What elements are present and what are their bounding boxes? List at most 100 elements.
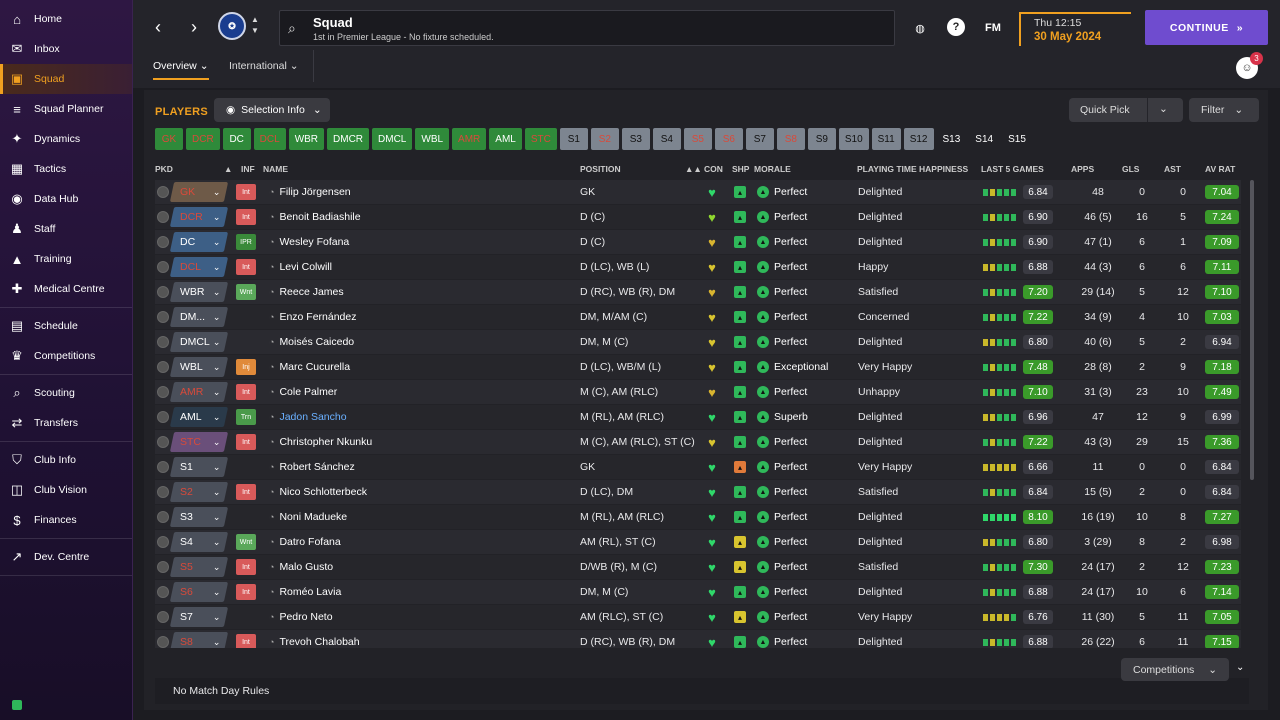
status-icon[interactable] [12, 700, 22, 710]
selection-info-button[interactable]: ◉ Selection Info ⌄ [214, 98, 330, 122]
pick-checkbox[interactable] [157, 361, 169, 373]
position-select[interactable]: S8 ⌄ [169, 632, 229, 648]
sort-icon[interactable]: ▲ [224, 164, 232, 174]
position-select[interactable]: WBL ⌄ [169, 357, 229, 377]
player-name[interactable]: ◔ Malo Gusto [269, 555, 333, 579]
pick-checkbox[interactable] [157, 411, 169, 423]
col-happiness[interactable]: PLAYING TIME HAPPINESS [857, 164, 968, 174]
table-row[interactable]: GK ⌄ Int ◔ Filip Jörgensen GK ♥ ▴ ▲ Perfect Deligh… [155, 180, 1241, 204]
back-button[interactable]: ‹ [147, 14, 169, 40]
col-last5[interactable]: LAST 5 GAMES [981, 164, 1044, 174]
pick-checkbox[interactable] [157, 211, 169, 223]
position-select[interactable]: DC ⌄ [169, 232, 229, 252]
table-row[interactable]: STC ⌄ Int ◔ Christopher Nkunku M (C), AM (RLC… [155, 430, 1241, 454]
player-name[interactable]: ◔ Benoit Badiashile [269, 205, 361, 229]
position-chip[interactable]: DCR [186, 128, 220, 150]
position-chip[interactable]: S11 [871, 128, 901, 150]
position-select[interactable]: S1 ⌄ [169, 457, 229, 477]
table-row[interactable]: DC ⌄ IPR ◔ Wesley Fofana D (C) ♥ ▴ ▲ Perfect Delig… [155, 230, 1241, 254]
position-select[interactable]: S2 ⌄ [169, 482, 229, 502]
position-select[interactable]: AML ⌄ [169, 407, 229, 427]
notifications-avatar[interactable]: ☺ 3 [1236, 52, 1263, 79]
position-select[interactable]: DCR ⌄ [169, 207, 229, 227]
competitions-dropdown[interactable]: Competitions ⌄ [1121, 658, 1229, 681]
quick-pick-button[interactable]: Quick Pick ⌄ [1069, 98, 1183, 122]
col-morale[interactable]: MORALE [754, 164, 791, 174]
position-select[interactable]: S3 ⌄ [169, 507, 229, 527]
position-chip[interactable]: DCL [253, 128, 286, 150]
position-chip[interactable]: S3 [621, 128, 650, 150]
player-name[interactable]: ◔ Christopher Nkunku [269, 430, 372, 454]
col-avrat[interactable]: AV RAT [1205, 164, 1235, 174]
player-name[interactable]: ◔ Pedro Neto [269, 605, 333, 629]
position-select[interactable]: S4 ⌄ [169, 532, 229, 552]
sidebar-item-training[interactable]: ▲ Training [0, 244, 132, 274]
player-name[interactable]: ◔ Marc Cucurella [269, 355, 350, 379]
sidebar-item-squad-planner[interactable]: ≡ Squad Planner [0, 94, 132, 124]
position-select[interactable]: S6 ⌄ [169, 582, 229, 602]
position-select[interactable]: AMR ⌄ [169, 382, 229, 402]
pick-checkbox[interactable] [157, 261, 169, 273]
player-name[interactable]: ◔ Cole Palmer [269, 380, 337, 404]
sidebar-item-dev-centre[interactable]: ↗ Dev. Centre [0, 542, 132, 572]
sidebar-item-transfers[interactable]: ⇄ Transfers [0, 408, 132, 438]
table-row[interactable]: WBL ⌄ Inj ◔ Marc Cucurella D (LC), WB/M (L) ♥ ▴… [155, 355, 1241, 379]
col-pkd[interactable]: PKD [155, 164, 173, 174]
col-position[interactable]: POSITION [580, 164, 621, 174]
position-chip[interactable]: DC [222, 128, 251, 150]
pick-checkbox[interactable] [157, 311, 169, 323]
match-day-rules[interactable]: No Match Day Rules [173, 685, 269, 697]
forward-button[interactable]: › [183, 14, 205, 40]
position-select[interactable]: GK ⌄ [169, 182, 229, 202]
player-name[interactable]: ◔ Robert Sánchez [269, 455, 355, 479]
position-chip[interactable]: AMR [452, 128, 487, 150]
pick-checkbox[interactable] [157, 511, 169, 523]
col-con[interactable]: CON [704, 164, 723, 174]
position-chip[interactable]: S4 [652, 128, 681, 150]
table-row[interactable]: DM... ⌄ ◔ Enzo Fernández DM, M/AM (C) ♥ ▴ ▲ Perf… [155, 305, 1241, 329]
sidebar-item-data-hub[interactable]: ◉ Data Hub [0, 184, 132, 214]
position-chip[interactable]: S15 [1002, 128, 1032, 150]
table-row[interactable]: S3 ⌄ ◔ Noni Madueke M (RL), AM (RLC) ♥ ▴ ▲ Perfe… [155, 505, 1241, 529]
position-select[interactable]: S7 ⌄ [169, 607, 229, 627]
sidebar-item-medical-centre[interactable]: ✚ Medical Centre [0, 274, 132, 304]
table-row[interactable]: S5 ⌄ Int ◔ Malo Gusto D/WB (R), M (C) ♥ ▴ ▲ Perfe… [155, 555, 1241, 579]
pick-checkbox[interactable] [157, 436, 169, 448]
position-chip[interactable]: DMCR [327, 128, 370, 150]
chevron-down-icon[interactable]: ⌄ [1159, 103, 1168, 115]
col-gls[interactable]: GLS [1122, 164, 1139, 174]
position-chip[interactable]: STC [524, 128, 557, 150]
sidebar-item-finances[interactable]: $ Finances [0, 505, 132, 535]
position-chip[interactable]: S10 [838, 128, 869, 150]
player-name[interactable]: ◔ Wesley Fofana [269, 230, 349, 254]
sidebar-item-schedule[interactable]: ▤ Schedule [0, 311, 132, 341]
col-shp[interactable]: SHP [732, 164, 749, 174]
player-name[interactable]: ◔ Datro Fofana [269, 530, 341, 554]
position-chip[interactable]: AML [489, 128, 522, 150]
player-name[interactable]: ◔ Moisés Caicedo [269, 330, 354, 354]
table-row[interactable]: S6 ⌄ Int ◔ Roméo Lavia DM, M (C) ♥ ▴ ▲ Perfect Del… [155, 580, 1241, 604]
position-chip[interactable]: S6 [714, 128, 743, 150]
col-inf[interactable]: INF [241, 164, 255, 174]
pick-checkbox[interactable] [157, 586, 169, 598]
player-name[interactable]: ◔ Filip Jörgensen [269, 180, 351, 204]
position-select[interactable]: DMCL ⌄ [169, 332, 229, 352]
sidebar-item-scouting[interactable]: ⌕ Scouting [0, 378, 132, 408]
help-icon[interactable]: ? [947, 18, 965, 36]
pick-checkbox[interactable] [157, 536, 169, 548]
position-chip[interactable]: S5 [683, 128, 712, 150]
pick-checkbox[interactable] [157, 336, 169, 348]
club-switch-icon[interactable]: ▲ ▼ [251, 14, 259, 36]
tab-international[interactable]: International ⌄ [229, 60, 299, 80]
player-name[interactable]: ◔ Roméo Lavia [269, 580, 341, 604]
table-row[interactable]: S7 ⌄ ◔ Pedro Neto AM (RLC), ST (C) ♥ ▴ ▲ Perfect… [155, 605, 1241, 629]
position-chip[interactable]: S14 [969, 128, 999, 150]
position-chip[interactable]: S2 [590, 128, 619, 150]
position-chip[interactable]: WBL [415, 128, 450, 150]
pick-checkbox[interactable] [157, 461, 169, 473]
table-row[interactable]: DCL ⌄ Int ◔ Levi Colwill D (LC), WB (L) ♥ ▴ ▲ Per… [155, 255, 1241, 279]
table-row[interactable]: S1 ⌄ ◔ Robert Sánchez GK ♥ ▴ ▲ Perfect Very Happy… [155, 455, 1241, 479]
position-chip[interactable]: S9 [807, 128, 836, 150]
player-name[interactable]: ◔ Levi Colwill [269, 255, 332, 279]
player-name[interactable]: ◔ Jadon Sancho [269, 405, 347, 429]
